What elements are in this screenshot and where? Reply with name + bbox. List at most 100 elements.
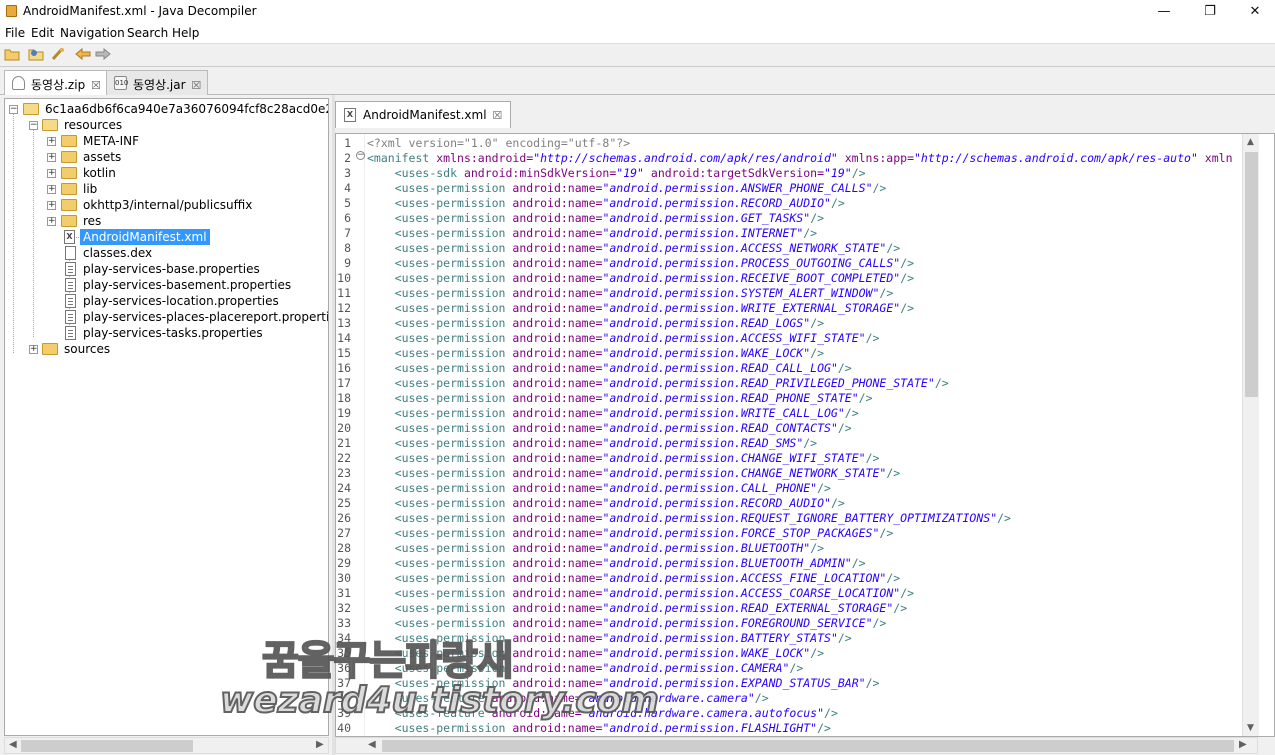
- tree-node-label: play-services-places-placereport.propert…: [83, 310, 329, 324]
- code-line: <uses-permission android:name="android.p…: [367, 226, 818, 240]
- fold-collapse-icon[interactable]: −: [356, 151, 365, 160]
- tree-node-kotlin[interactable]: + kotlin: [5, 165, 328, 181]
- line-number: 24: [337, 481, 351, 495]
- code-line: <uses-permission android:name="android.p…: [367, 571, 901, 585]
- scroll-right-arrow-icon[interactable]: ▶: [316, 739, 324, 750]
- scrollbar-thumb[interactable]: [382, 740, 1234, 752]
- tree-node-okhttp3[interactable]: + okhttp3/internal/publicsuffix: [5, 197, 328, 213]
- code-line: <uses-feature android:name="android.hard…: [367, 706, 838, 720]
- line-number: 27: [337, 526, 351, 540]
- menu-edit[interactable]: Edit: [31, 26, 54, 40]
- line-number: 5: [344, 196, 351, 210]
- line-number: 19: [337, 406, 351, 420]
- tree-node-sources[interactable]: + sources: [5, 341, 328, 357]
- scroll-left-arrow-icon[interactable]: ◀: [368, 739, 376, 750]
- code-line: <uses-permission android:name="android.p…: [367, 361, 852, 375]
- expand-icon[interactable]: +: [47, 185, 56, 194]
- tree-node-label: lib: [83, 182, 98, 196]
- tree-node-lib[interactable]: + lib: [5, 181, 328, 197]
- open-folder-icon: [23, 103, 39, 115]
- open-folder-icon[interactable]: [27, 47, 45, 64]
- tab-jar-close-icon[interactable]: ☒: [191, 79, 201, 92]
- jar-icon: 010: [114, 76, 128, 90]
- editor-tab-close-icon[interactable]: ☒: [492, 109, 502, 122]
- editor-vertical-scrollbar[interactable]: ▲ ▼: [1242, 134, 1259, 736]
- menu-navigation[interactable]: Navigation: [60, 26, 125, 40]
- tree-node-label: play-services-location.properties: [83, 294, 279, 308]
- tree-node-properties[interactable]: play-services-location.properties: [5, 293, 328, 309]
- code-line: <uses-permission android:name="android.p…: [367, 181, 887, 195]
- folder-icon: [61, 199, 77, 211]
- tree-node-resources[interactable]: − resources: [5, 117, 328, 133]
- open-file-icon[interactable]: [3, 47, 21, 64]
- expand-icon[interactable]: +: [47, 153, 56, 162]
- file-tab-bar: 동영상.zip ☒ 010 동영상.jar ☒: [0, 67, 1275, 96]
- left-panel: − 6c1aa6db6f6ca940e7a36076094fcf8c28acd0…: [0, 95, 332, 755]
- scroll-down-arrow-icon[interactable]: ▼: [1247, 723, 1254, 733]
- expand-icon[interactable]: +: [47, 201, 56, 210]
- expand-icon[interactable]: +: [47, 137, 56, 146]
- scroll-up-arrow-icon[interactable]: ▲: [1247, 137, 1254, 147]
- scroll-right-arrow-icon[interactable]: ▶: [1239, 739, 1247, 750]
- forward-arrow-icon[interactable]: [94, 47, 112, 64]
- back-arrow-icon[interactable]: [74, 47, 92, 64]
- line-number: 22: [337, 451, 351, 465]
- line-number: 29: [337, 556, 351, 570]
- code-area[interactable]: <?xml version="1.0" encoding="utf-8"?> <…: [367, 134, 1242, 736]
- tree-node-properties[interactable]: play-services-tasks.properties: [5, 325, 328, 341]
- line-number: 4: [344, 181, 351, 195]
- tree-node-res[interactable]: + res: [5, 213, 328, 229]
- menu-search[interactable]: Search: [127, 26, 168, 40]
- scroll-left-arrow-icon[interactable]: ◀: [9, 739, 17, 750]
- tree-node-root[interactable]: − 6c1aa6db6f6ca940e7a36076094fcf8c28acd0…: [5, 101, 328, 117]
- tab-zip[interactable]: 동영상.zip ☒: [4, 70, 108, 96]
- properties-file-icon: [65, 326, 76, 340]
- tree-node-meta-inf[interactable]: + META-INF: [5, 133, 328, 149]
- menu-bar: File Edit Navigation Search Help: [0, 23, 1275, 43]
- line-number: 10: [337, 271, 351, 285]
- code-line: <uses-permission android:name="android.p…: [367, 631, 852, 645]
- folder-icon: [42, 343, 58, 355]
- tree-node-androidmanifest[interactable]: X AndroidManifest.xml: [5, 229, 328, 245]
- tree-node-label: resources: [64, 118, 123, 132]
- code-line: <uses-permission android:name="android.p…: [367, 391, 873, 405]
- zip-icon: [12, 76, 25, 90]
- scrollbar-thumb[interactable]: [1245, 152, 1258, 397]
- code-line: <uses-permission android:name="android.p…: [367, 316, 825, 330]
- tree-node-properties[interactable]: play-services-basement.properties: [5, 277, 328, 293]
- tree-node-properties[interactable]: play-services-places-placereport.propert…: [5, 309, 329, 325]
- collapse-icon[interactable]: −: [9, 105, 18, 114]
- close-button[interactable]: ✕: [1232, 0, 1275, 23]
- menu-file[interactable]: File: [5, 26, 25, 40]
- code-line: <uses-sdk android:minSdkVersion="19" and…: [394, 166, 866, 180]
- expand-icon[interactable]: +: [29, 345, 38, 354]
- open-folder-icon: [42, 119, 58, 131]
- minimize-button[interactable]: —: [1141, 0, 1187, 23]
- expand-icon[interactable]: +: [47, 217, 56, 226]
- line-number: 6: [344, 211, 351, 225]
- tree-horizontal-scrollbar[interactable]: ◀ ▶: [4, 737, 329, 754]
- collapse-icon[interactable]: −: [29, 121, 38, 130]
- open-type-icon[interactable]: [49, 47, 67, 64]
- editor-panel: X AndroidManifest.xml ☒ − 1 2 3 4 5 6 7 8 9 10 11 1…: [335, 95, 1275, 755]
- scrollbar-thumb[interactable]: [21, 740, 193, 752]
- code-editor[interactable]: − 1 2 3 4 5 6 7 8 9 10 11 12 13 14 15 16 17 18 19 20 21 22 23 2…: [335, 133, 1275, 737]
- tab-zip-close-icon[interactable]: ☒: [91, 79, 101, 92]
- tree-node-classes-dex[interactable]: classes.dex: [5, 245, 328, 261]
- maximize-button[interactable]: ❐: [1187, 0, 1233, 23]
- code-line: <uses-permission android:name="android.p…: [367, 481, 831, 495]
- tree-node-assets[interactable]: + assets: [5, 149, 328, 165]
- tab-androidmanifest[interactable]: X AndroidManifest.xml ☒: [335, 101, 512, 128]
- code-line: <uses-permission android:name="android.p…: [367, 556, 866, 570]
- tab-jar[interactable]: 010 동영상.jar ☒: [106, 70, 209, 95]
- code-line: <uses-permission android:name="android.p…: [367, 271, 915, 285]
- menu-help[interactable]: Help: [172, 26, 199, 40]
- code-line: <uses-permission android:name="android.p…: [367, 346, 825, 360]
- line-number: 23: [337, 466, 351, 480]
- editor-horizontal-scrollbar[interactable]: ◀ ▶: [335, 737, 1258, 754]
- tree-node-label: META-INF: [83, 134, 140, 148]
- code-line: <uses-permission android:name="android.p…: [367, 541, 825, 555]
- tree-node-properties[interactable]: play-services-base.properties: [5, 261, 328, 277]
- expand-icon[interactable]: +: [47, 169, 56, 178]
- line-number: 7: [344, 226, 351, 240]
